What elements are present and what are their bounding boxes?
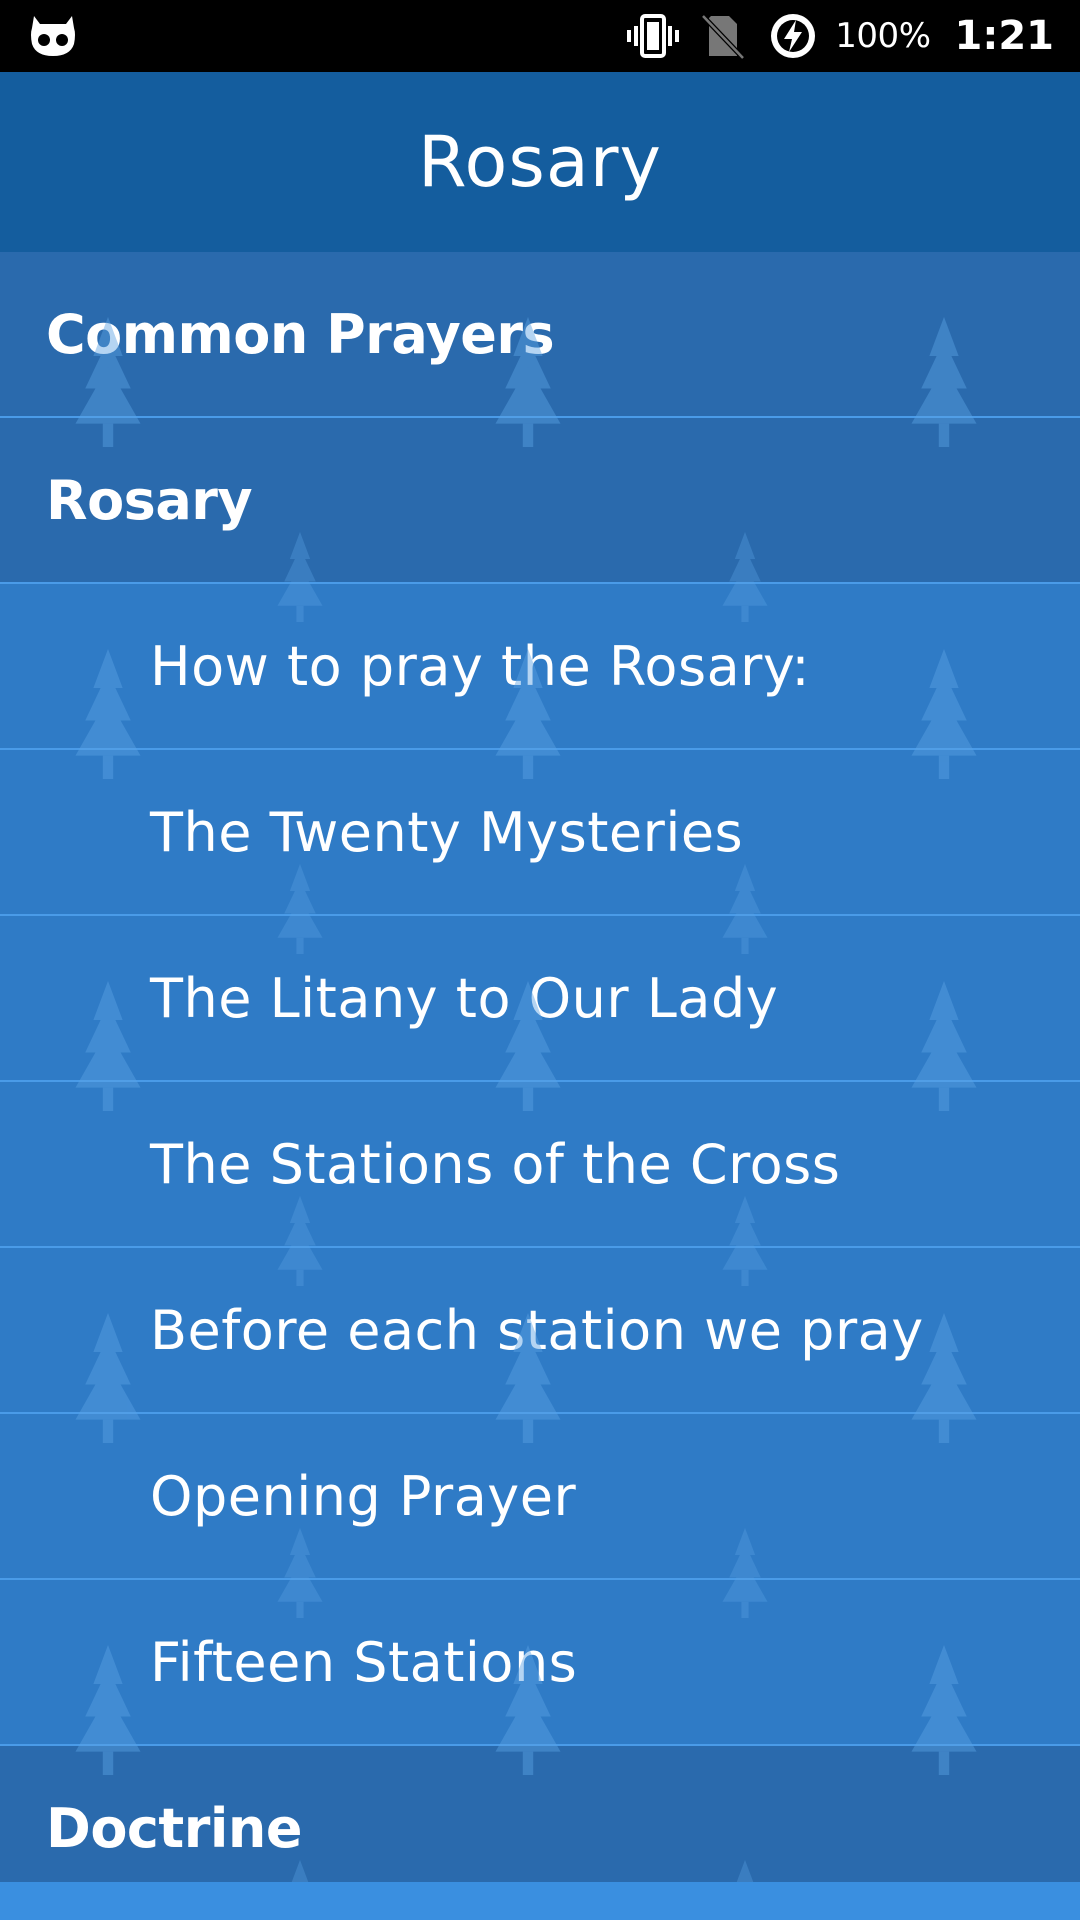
list-item-label: Before each station we pray	[150, 1298, 924, 1362]
expandable-list: Common Prayers Rosary How to pray the Ro…	[0, 252, 1080, 1882]
list-item-label: Common Prayers	[46, 302, 555, 366]
list-item-label: Opening Prayer	[150, 1464, 577, 1528]
list-item-label: Doctrine	[46, 1796, 302, 1860]
list-item-fifteen-stations[interactable]: Fifteen Stations	[0, 1580, 1080, 1746]
no-sim-icon	[701, 14, 746, 60]
list-item-label: The Litany to Our Lady	[150, 966, 779, 1030]
vibrate-icon	[627, 14, 680, 58]
list-item-before-each-station[interactable]: Before each station we pray	[0, 1248, 1080, 1414]
list-item-label: How to pray the Rosary:	[150, 634, 811, 698]
list-item-how-to-pray[interactable]: How to pray the Rosary:	[0, 584, 1080, 750]
list-group-common-prayers[interactable]: Common Prayers	[0, 252, 1080, 418]
clock: 1:21	[954, 13, 1055, 59]
list-item-label: Fifteen Stations	[150, 1630, 578, 1694]
cyanogen-mascot-icon	[31, 16, 75, 56]
list-item-label: The Stations of the Cross	[150, 1132, 841, 1196]
battery-percent: 100%	[835, 16, 931, 56]
app-bar: Rosary	[0, 72, 1080, 252]
status-bar: 100% 1:21	[0, 0, 1080, 72]
list-item-twenty-mysteries[interactable]: The Twenty Mysteries	[0, 750, 1080, 916]
page-title: Rosary	[418, 121, 662, 203]
battery-charging-icon	[771, 14, 816, 58]
list-item-label: Rosary	[46, 468, 253, 532]
list-item-stations-of-cross[interactable]: The Stations of the Cross	[0, 1082, 1080, 1248]
list-item-opening-prayer[interactable]: Opening Prayer	[0, 1414, 1080, 1580]
list-item-label: The Twenty Mysteries	[150, 800, 744, 864]
list-group-doctrine[interactable]: Doctrine	[0, 1746, 1080, 1882]
list-item-litany[interactable]: The Litany to Our Lady	[0, 916, 1080, 1082]
list-group-rosary[interactable]: Rosary	[0, 418, 1080, 584]
